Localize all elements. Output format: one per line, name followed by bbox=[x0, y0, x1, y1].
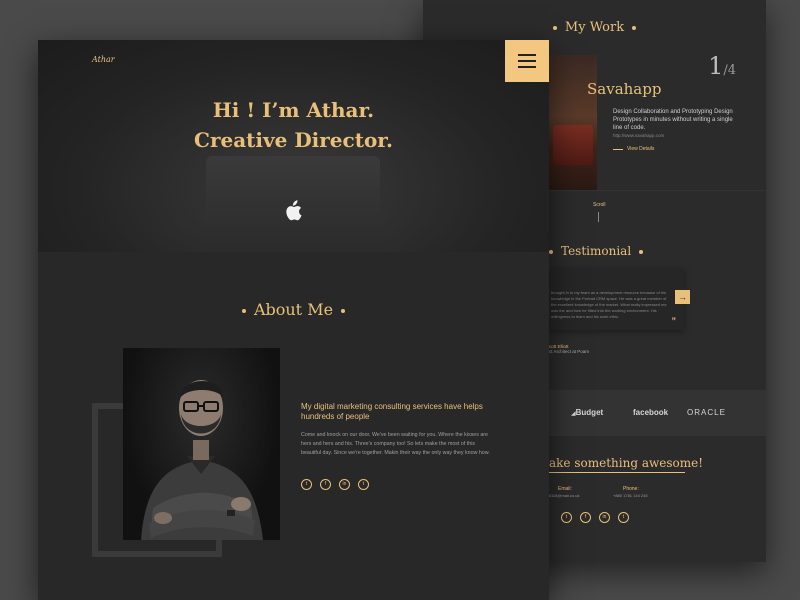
dot-decoration bbox=[241, 308, 246, 313]
hamburger-icon bbox=[518, 66, 536, 68]
testimonial-role: ct Architect at Poam bbox=[549, 349, 590, 354]
about-heading: My digital marketing consulting services… bbox=[301, 402, 483, 421]
linkedin-icon[interactable]: in bbox=[339, 479, 350, 490]
about-body-text: Come and knock on our door. We've been w… bbox=[301, 432, 490, 456]
counter-current: 1 bbox=[708, 52, 724, 80]
project-description: Design Collaboration and Prototyping Des… bbox=[613, 109, 733, 131]
link-line-decoration bbox=[613, 148, 623, 150]
oracle-logo: ORACLE bbox=[687, 408, 726, 417]
dot-decoration bbox=[552, 25, 557, 30]
front-social-links: t f in t bbox=[301, 479, 369, 490]
menu-button[interactable] bbox=[505, 40, 549, 82]
budget-logo: ◢Budget bbox=[571, 408, 604, 417]
next-testimonial-button[interactable]: → bbox=[675, 290, 690, 304]
linkedin-icon[interactable]: in bbox=[599, 512, 610, 523]
contact-title-underline bbox=[549, 472, 685, 473]
phone-value[interactable]: +880 1781 144 245 bbox=[613, 493, 648, 498]
hamburger-icon bbox=[518, 54, 536, 56]
testimonial-card: brought in to my team as a development r… bbox=[549, 268, 684, 330]
scroll-indicator bbox=[598, 212, 599, 222]
dot-decoration bbox=[341, 308, 346, 313]
hero-heading-line2: Creative Director. bbox=[194, 128, 393, 152]
scroll-label: Scroll bbox=[593, 202, 606, 208]
site-logo[interactable]: Athar bbox=[92, 55, 115, 64]
view-details-label: View Details bbox=[627, 146, 655, 152]
testimonial-text: brought in to my team as a development r… bbox=[551, 290, 667, 319]
hamburger-icon bbox=[518, 60, 536, 62]
about-section-title: About Me bbox=[38, 300, 549, 319]
project-link[interactable]: http://www.savahapp.com bbox=[613, 133, 664, 138]
slide-counter: 1/4 bbox=[708, 52, 736, 80]
twitter-icon[interactable]: t bbox=[618, 512, 629, 523]
email-label: Email: bbox=[558, 486, 572, 492]
divider bbox=[549, 190, 766, 191]
dot-decoration bbox=[639, 249, 644, 254]
phone-label: Phone: bbox=[623, 486, 639, 492]
twitter-icon[interactable]: t bbox=[301, 479, 312, 490]
back-social-links: t f in t bbox=[561, 512, 629, 523]
about-title: About Me bbox=[253, 300, 334, 319]
dot-decoration bbox=[632, 25, 637, 30]
cup-image-detail bbox=[553, 125, 593, 165]
quote-icon: ” bbox=[671, 316, 677, 326]
front-page: Athar Hi ! I’m Athar. Creative Director.… bbox=[38, 40, 549, 600]
facebook-logo: facebook bbox=[633, 408, 669, 417]
contact-title: ake something awesome! bbox=[549, 456, 704, 470]
profile-photo bbox=[123, 348, 280, 540]
testimonial-title: Testimonial bbox=[561, 244, 632, 258]
project-image[interactable] bbox=[549, 55, 597, 190]
laptop-image bbox=[206, 156, 380, 252]
twitter-icon[interactable]: t bbox=[358, 479, 369, 490]
view-details-link[interactable]: View Details bbox=[613, 146, 654, 152]
facebook-icon[interactable]: f bbox=[580, 512, 591, 523]
my-work-title: My Work bbox=[564, 20, 625, 35]
my-work-section-title: My Work bbox=[423, 20, 766, 35]
facebook-icon[interactable]: f bbox=[320, 479, 331, 490]
hero-section: Athar Hi ! I’m Athar. Creative Director. bbox=[38, 40, 549, 252]
counter-total: /4 bbox=[723, 63, 736, 78]
arrow-right-icon: → bbox=[678, 292, 687, 302]
email-value[interactable]: ail118@mail.co.uk bbox=[547, 493, 579, 498]
twitter-icon[interactable]: t bbox=[561, 512, 572, 523]
hero-heading-line1: Hi ! I’m Athar. bbox=[212, 98, 375, 122]
dot-decoration bbox=[549, 249, 553, 254]
apple-logo-icon bbox=[286, 200, 302, 221]
portrait-illustration bbox=[141, 380, 263, 540]
project-title: Savahapp bbox=[587, 80, 662, 98]
testimonial-section-title: Testimonial bbox=[549, 244, 651, 258]
